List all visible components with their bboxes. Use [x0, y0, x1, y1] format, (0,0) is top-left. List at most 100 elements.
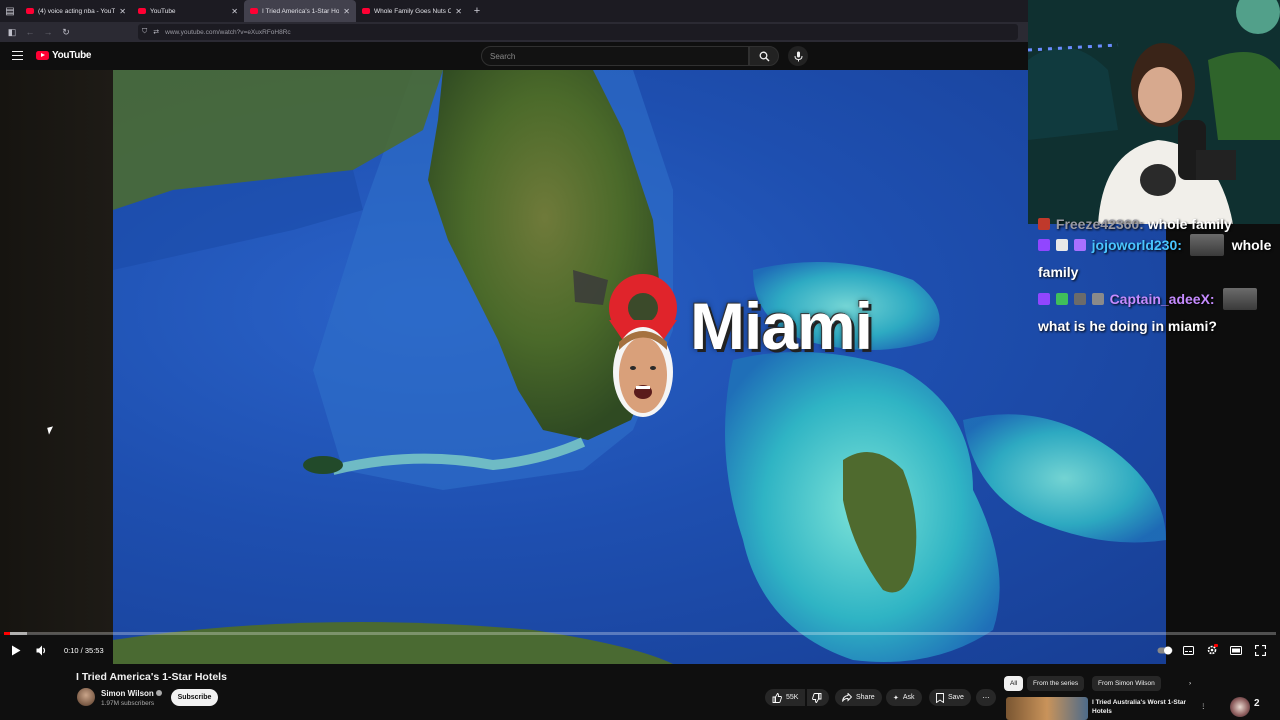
close-tab-icon[interactable]: ✕ [119, 7, 126, 16]
voice-search-button[interactable] [788, 46, 808, 66]
star-badge-icon [1055, 293, 1068, 305]
sidebar-toggle-icon[interactable]: ◧ [6, 26, 18, 38]
forward-icon[interactable]: → [42, 26, 54, 38]
badge-icon [1038, 218, 1050, 230]
chat-username: jojoworld230: [1091, 237, 1182, 253]
player-left-pillar [0, 70, 113, 634]
video-overlay-text: Miami [690, 289, 873, 363]
autoplay-toggle-icon [1157, 646, 1173, 654]
recommended-video-thumbnail[interactable] [1006, 697, 1088, 720]
overlay-count: 2 [1254, 698, 1260, 709]
cloud-badge-icon [1055, 239, 1068, 251]
theater-icon [1230, 645, 1242, 655]
chat-username: Freeze42360: [1055, 216, 1144, 232]
chat-message: Captain_adeeX: what is he doing in miami… [1038, 286, 1278, 340]
captions-button[interactable] [1180, 642, 1196, 658]
player-controls: 0:10 / 35:53 [0, 638, 1280, 662]
ask-label: Ask [902, 694, 915, 701]
video-frame[interactable]: Miami [113, 70, 1166, 664]
verified-icon [155, 690, 162, 696]
filter-chip-next-arrow[interactable]: › [1183, 676, 1197, 691]
shield-icon[interactable]: ⛉ [142, 28, 147, 36]
recommended-menu-button[interactable]: ⋮ [1194, 698, 1213, 713]
channel-avatar[interactable] [77, 688, 95, 706]
thumbs-down-icon [812, 692, 822, 703]
vertical-dots-icon: ⋮ [1200, 702, 1207, 710]
youtube-favicon-icon [250, 8, 258, 14]
menu-icon[interactable] [12, 51, 23, 60]
emote-icon [1222, 288, 1257, 310]
logo-text: YouTube [52, 50, 92, 61]
close-tab-icon[interactable]: ✕ [343, 7, 350, 16]
chat-message: jojoworld230: whole family [1038, 232, 1278, 286]
fullscreen-icon [1254, 644, 1266, 656]
search-input[interactable]: Search [481, 46, 749, 66]
volume-icon [36, 645, 45, 655]
time-display: 0:10 / 35:53 [64, 646, 104, 655]
share-button[interactable]: Share [835, 689, 882, 706]
recommended-video-title[interactable]: I Tried Australia's Worst 1-Star Hotels [1092, 698, 1192, 716]
close-tab-icon[interactable]: ✕ [455, 7, 462, 16]
channel-name[interactable]: Simon Wilson [101, 689, 162, 698]
gear-icon [1207, 644, 1218, 655]
filter-chip-all[interactable]: All [1004, 676, 1024, 691]
filter-chip-channel[interactable]: From Simon Wilson [1092, 676, 1161, 691]
play-button[interactable] [8, 642, 24, 658]
streamer-webcam-image [1028, 0, 1280, 224]
save-label: Save [948, 694, 964, 701]
new-tab-icon[interactable]: + [468, 5, 486, 17]
settings-button[interactable] [1204, 642, 1220, 658]
video-progress-bar[interactable] [4, 632, 1276, 635]
like-button[interactable]: 55K [765, 689, 806, 706]
share-icon [842, 693, 852, 702]
video-title: I Tried America's 1-Star Hotels [76, 671, 227, 683]
progress-played [4, 632, 10, 635]
camera-badge-icon [1073, 293, 1086, 305]
chat-message: Freeze42360: whole family [1038, 216, 1278, 232]
filter-chip-series[interactable]: From the series [1027, 676, 1085, 691]
tab-label: YouTube [150, 7, 176, 15]
back-icon[interactable]: ← [24, 26, 36, 38]
permissions-icon[interactable]: ⇄ [153, 28, 159, 36]
browser-tab-voice-acting[interactable]: (4) voice acting nba - YouTube ✕ [20, 0, 132, 22]
subscribe-button[interactable]: Subscribe [171, 689, 218, 706]
fullscreen-button[interactable] [1252, 642, 1268, 658]
more-actions-button[interactable]: ⋯ [976, 689, 996, 706]
autoplay-toggle[interactable] [1156, 642, 1174, 658]
overlay-avatar [1230, 697, 1250, 717]
theater-mode-button[interactable] [1228, 642, 1244, 658]
youtube-logo[interactable]: YouTube [36, 50, 92, 61]
tab-label: I Tried America's 1-Star Hotels [262, 7, 340, 15]
close-tab-icon[interactable]: ✕ [231, 7, 238, 16]
browser-tab-youtube[interactable]: YouTube ✕ [132, 0, 244, 22]
browser-tab-current-video[interactable]: I Tried America's 1-Star Hotels ✕ [244, 0, 356, 22]
captions-icon [1182, 645, 1194, 655]
subscriber-count: 1.97M subscribers [101, 700, 155, 707]
search-button[interactable] [749, 46, 779, 66]
tab-list-icon[interactable]: ▤ [0, 0, 20, 22]
search-icon [759, 51, 769, 61]
chat-overlay: Freeze42360: whole family jojoworld230: … [1038, 216, 1278, 340]
reload-icon[interactable]: ↻ [60, 26, 72, 38]
save-button[interactable]: Save [929, 689, 971, 706]
sub-badge-icon [1091, 293, 1104, 305]
browser-tab-whole-family[interactable]: Whole Family Goes Nuts Over ✕ [356, 0, 468, 22]
url-text: www.youtube.com/watch?v=eXuxRFoH8Rc [165, 28, 291, 36]
url-bar[interactable]: ⛉ ⇄ www.youtube.com/watch?v=eXuxRFoH8Rc [138, 24, 1018, 40]
mute-button[interactable] [33, 642, 49, 658]
bookmark-icon [936, 692, 944, 703]
youtube-favicon-icon [362, 8, 370, 14]
chevron-right-icon: › [1189, 680, 1192, 687]
ask-button[interactable]: ✦ Ask [886, 689, 922, 706]
video-details: I Tried America's 1-Star Hotels Simon Wi… [0, 664, 1280, 720]
prime-badge-icon [1038, 293, 1050, 305]
sparkle-icon: ✦ [893, 694, 899, 702]
share-label: Share [856, 694, 875, 701]
channel-name-text: Simon Wilson [101, 689, 154, 698]
more-icon: ⋯ [982, 694, 990, 702]
microphone-icon [794, 51, 802, 61]
youtube-favicon-icon [138, 8, 146, 14]
prime-badge-icon [1038, 239, 1050, 251]
dislike-button[interactable] [807, 689, 829, 706]
tab-label: Whole Family Goes Nuts Over [374, 7, 452, 15]
